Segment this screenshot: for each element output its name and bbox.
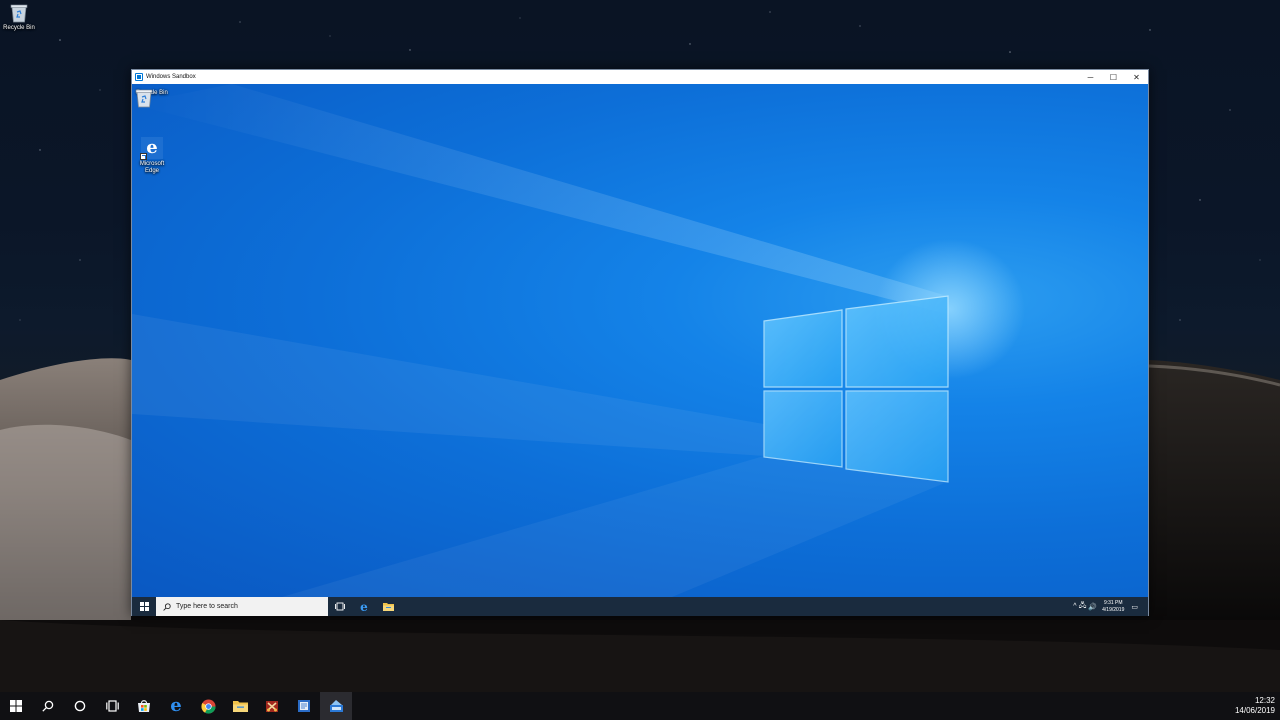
- recycle-bin-icon: [10, 4, 28, 23]
- sandbox-clock[interactable]: 9:31 PM 4/19/2019: [1102, 600, 1124, 613]
- host-clock[interactable]: 12:32 14/06/2019: [1235, 696, 1275, 717]
- clock-date: 4/19/2019: [1102, 606, 1125, 613]
- sandbox-titlebar[interactable]: Windows Sandbox ─ ☐ ✕: [132, 70, 1148, 84]
- sandbox-edge-button[interactable]: e: [352, 597, 376, 616]
- sandbox-app-icon: [135, 73, 143, 81]
- sandbox-start-button[interactable]: [132, 597, 156, 616]
- desktop-icon-label: Recycle Bin: [3, 25, 35, 31]
- sandbox-app-icon: [329, 700, 343, 712]
- tray-overflow-chevron[interactable]: ^: [1073, 603, 1076, 610]
- edge-icon: e: [140, 137, 163, 160]
- snipping-app-button[interactable]: [256, 692, 288, 720]
- search-icon: [163, 602, 171, 611]
- sandbox-search-box[interactable]: Type here to search: [156, 597, 328, 616]
- start-button[interactable]: [0, 692, 32, 720]
- snipping-app-icon: [266, 701, 278, 712]
- sandbox-task-view-button[interactable]: [328, 597, 352, 616]
- desktop-icon-label: Microsoft Edge: [140, 161, 164, 174]
- volume-icon[interactable]: 🔊: [1088, 603, 1097, 611]
- task-view-icon: [335, 602, 345, 611]
- cortana-icon: [74, 700, 86, 712]
- sandbox-window[interactable]: Windows Sandbox ─ ☐ ✕ Recycle Bin e Micr…: [131, 69, 1149, 616]
- file-explorer-icon: [232, 701, 248, 712]
- clock-date: 14/06/2019: [1234, 706, 1275, 716]
- sandbox-app-button[interactable]: [320, 692, 352, 720]
- cortana-button[interactable]: [64, 692, 96, 720]
- sandbox-desktop[interactable]: Recycle Bin e Microsoft Edge: [132, 84, 1148, 597]
- store-button[interactable]: [128, 692, 160, 720]
- sandbox-taskbar: Type here to search e ^ 🖧 🔊 9:31 PM 4/19…: [132, 597, 1148, 616]
- desktop-icon-recycle-bin[interactable]: Recycle Bin: [2, 3, 36, 32]
- label-line: Edge: [144, 167, 159, 174]
- edge-icon: e: [170, 695, 182, 716]
- search-button[interactable]: [32, 692, 64, 720]
- recycle-bin-icon: [135, 89, 153, 108]
- notepad-app-icon: [298, 700, 310, 712]
- windows-hero-wallpaper: [132, 84, 1025, 597]
- minimize-button[interactable]: ─: [1079, 70, 1102, 84]
- task-view-icon: [105, 700, 119, 712]
- store-icon: [138, 700, 150, 712]
- network-icon[interactable]: 🖧: [1079, 601, 1087, 612]
- shortcut-arrow-icon: [140, 153, 147, 160]
- notepad-app-button[interactable]: [288, 692, 320, 720]
- file-explorer-button[interactable]: [224, 692, 256, 720]
- edge-icon: e: [360, 599, 368, 614]
- window-title: Windows Sandbox: [146, 74, 196, 80]
- sandbox-edge-shortcut[interactable]: e Microsoft Edge: [135, 137, 169, 174]
- label-line: Microsoft: [139, 161, 165, 167]
- windows-start-icon: [10, 700, 22, 712]
- chrome-icon: [200, 698, 216, 714]
- window-controls: ─ ☐ ✕: [1079, 70, 1148, 84]
- action-center-icon[interactable]: ▭: [1131, 603, 1138, 611]
- maximize-button[interactable]: ☐: [1102, 70, 1125, 84]
- file-explorer-icon: [382, 603, 394, 611]
- sandbox-file-explorer-button[interactable]: [376, 597, 400, 616]
- host-taskbar: e 12:32 14/06/2019: [0, 692, 1280, 720]
- chrome-button[interactable]: [192, 692, 224, 720]
- sandbox-recycle-bin[interactable]: Recycle Bin: [135, 88, 169, 108]
- search-placeholder: Type here to search: [176, 603, 238, 610]
- task-view-button[interactable]: [96, 692, 128, 720]
- edge-button[interactable]: e: [160, 692, 192, 720]
- clock-time: 12:32: [1254, 696, 1275, 705]
- close-button[interactable]: ✕: [1125, 70, 1148, 84]
- sandbox-system-tray: ^ 🖧 🔊 9:31 PM 4/19/2019 ▭: [1072, 597, 1148, 616]
- search-icon: [42, 700, 54, 712]
- windows-start-icon: [139, 602, 149, 611]
